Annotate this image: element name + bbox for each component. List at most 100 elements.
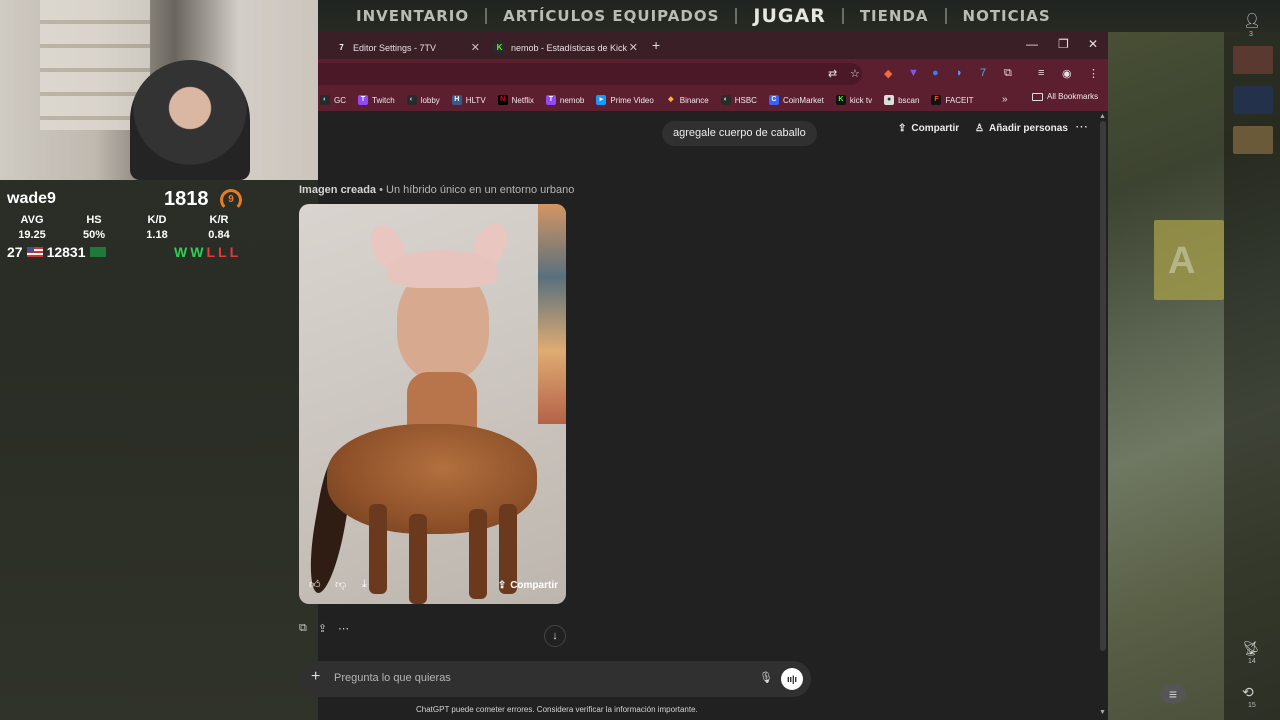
bookmark-item[interactable]: ◐ GC <box>320 95 346 105</box>
thumbs-up-icon[interactable]: 👍︎ <box>309 578 321 591</box>
tab-title: nemob - Estadísticas de Kick <box>511 42 628 53</box>
bookmark-item[interactable]: C CoinMarket <box>768 95 824 105</box>
history-icon[interactable]: ⟲ <box>1242 684 1254 701</box>
voice-mode-icon[interactable]: ıı|ı <box>781 668 803 690</box>
browser-menu-icon[interactable]: ⋮ <box>1088 67 1099 80</box>
bookmark-item[interactable]: Tnemob <box>545 95 584 105</box>
bookmark-item[interactable]: Kkick tv <box>835 95 872 105</box>
extension-icon[interactable]: ▼ <box>908 67 919 79</box>
close-tab-icon[interactable]: ✕ <box>629 41 638 54</box>
elo-value: 1818 <box>164 188 209 210</box>
player-name: wade9 <box>7 190 56 207</box>
share-icon[interactable]: ⇪ <box>318 622 327 635</box>
faceit-icon: F <box>931 95 942 105</box>
copy-icon[interactable]: ⧉ <box>299 622 307 635</box>
new-tab-icon[interactable]: + <box>652 37 660 53</box>
signal-value: 14 <box>1248 658 1256 665</box>
wall-art <box>538 204 566 424</box>
nav-equipped[interactable]: ARTÍCULOS EQUIPADOS <box>487 7 735 25</box>
plus-icon[interactable]: + <box>311 668 320 686</box>
level-badge-icon: 9 <box>220 189 242 211</box>
extension-icon[interactable]: ◆ <box>884 67 892 80</box>
prompt-input[interactable]: Pregunta lo que quieras <box>334 672 451 684</box>
match-row: 27 12831 <box>7 244 106 260</box>
netflix-icon: N <box>497 95 508 105</box>
hltv-icon: H <box>451 95 462 105</box>
binance-icon: ◆ <box>668 96 674 103</box>
extension-icon[interactable]: ◗ <box>956 67 963 79</box>
headband <box>387 250 497 288</box>
nav-store[interactable]: TIENDA <box>844 7 945 25</box>
profile-avatar-icon[interactable]: ◉ <box>1062 67 1072 80</box>
coinmarket-icon: C <box>768 95 779 105</box>
kick-icon: K <box>835 95 846 105</box>
close-tab-icon[interactable]: ✕ <box>471 41 480 54</box>
add-people-button[interactable]: ♙ Añadir personas <box>975 123 1068 134</box>
person-add-icon: ♙ <box>975 123 984 134</box>
image-share-button[interactable]: ⇪ Compartir <box>498 580 558 591</box>
reading-list-icon[interactable]: ≡ <box>1038 67 1044 79</box>
stat-header-kd: K/D <box>147 214 167 226</box>
scroll-down-icon[interactable]: ↓ <box>544 625 566 647</box>
history-value: 15 <box>1248 702 1256 709</box>
friend-avatar[interactable] <box>1233 86 1273 114</box>
result-loss: L <box>218 244 227 260</box>
folder-icon <box>1032 92 1043 101</box>
download-icon[interactable]: ⤓ <box>362 578 367 591</box>
all-bookmarks-button[interactable]: All Bookmarks <box>1032 92 1098 101</box>
friend-avatar[interactable] <box>1233 126 1273 154</box>
friends-icon[interactable]: 👤︎ <box>1243 12 1261 29</box>
microphone-icon[interactable]: 🎙︎ <box>759 671 773 684</box>
nav-play[interactable]: JUGAR <box>737 5 841 27</box>
bookmark-item[interactable]: T Twitch <box>358 95 395 105</box>
bookmark-item[interactable]: ◆ Binance <box>666 95 709 105</box>
share-button[interactable]: ⇪ Compartir <box>898 123 959 134</box>
scroll-up-arrow-icon[interactable]: ▲ <box>1099 113 1106 120</box>
result-win: W <box>190 244 204 260</box>
stat-value-kr: 0.84 <box>208 229 230 241</box>
bookmark-item[interactable]: ▸ Prime Video <box>596 95 654 105</box>
user-message: agregale cuerpo de caballo <box>662 121 817 146</box>
close-window-icon[interactable]: ✕ <box>1088 37 1098 51</box>
translate-icon[interactable]: ⇄ <box>828 67 837 80</box>
bookmark-item[interactable]: ◐ lobby <box>406 95 440 105</box>
bookmark-item[interactable]: N Netflix <box>497 95 534 105</box>
bookmarks-bar: ◐ GC T Twitch ◐ lobby H HLTV N Netflix Tnemob… <box>318 89 1108 111</box>
extension-icon[interactable]: 7 <box>980 67 986 79</box>
stat-header-avg: AVG <box>20 214 44 226</box>
prime-video-icon: ▸ <box>596 95 607 105</box>
bookmark-item[interactable]: H HLTV <box>451 95 486 105</box>
bombsite-sign: A <box>1154 220 1224 300</box>
disclaimer: ChatGPT puede cometer errores. Considera… <box>416 705 698 714</box>
friend-avatar[interactable] <box>1233 46 1273 74</box>
restore-icon[interactable]: ❐ <box>1058 37 1069 51</box>
nav-news[interactable]: NOTICIAS <box>947 7 1067 25</box>
more-bookmarks-icon[interactable]: » <box>1002 94 1008 105</box>
tab-7tv[interactable]: 7 Editor Settings - 7TV ✕ <box>336 36 480 59</box>
browser-window: 7 Editor Settings - 7TV ✕ K nemob - Esta… <box>299 32 1108 720</box>
thumbs-down-icon[interactable]: 👎︎ <box>335 578 346 591</box>
message-actions: ⧉ ⇪ ⋯ <box>299 622 349 635</box>
more-options-icon[interactable]: ⋯ <box>1075 119 1088 135</box>
result-loss: L <box>229 244 239 260</box>
tab-kick[interactable]: K nemob - Estadísticas de Kick ✕ <box>494 36 638 59</box>
bookmark-item[interactable]: ● bscan <box>884 95 919 105</box>
signal-icon[interactable]: 📡︎ <box>1242 640 1260 657</box>
7tv-icon: 7 <box>339 43 344 52</box>
scrollbar[interactable] <box>1100 121 1106 651</box>
extension-icon[interactable]: ● <box>932 67 939 79</box>
menu-icon[interactable]: ≡ <box>1160 684 1186 704</box>
more-icon[interactable]: ⋯ <box>338 622 349 635</box>
extensions-puzzle-icon[interactable]: ⧉ <box>1004 67 1012 80</box>
scroll-down-arrow-icon[interactable]: ▼ <box>1099 709 1106 716</box>
minimize-icon[interactable]: — <box>1026 37 1038 51</box>
share-icon: ⇪ <box>898 123 907 134</box>
bookmark-star-icon[interactable]: ☆ <box>850 67 860 80</box>
stat-value-kd: 1.18 <box>146 229 168 241</box>
nav-inventory[interactable]: INVENTARIO <box>340 7 485 25</box>
bookmark-favicon-icon: ◐ <box>320 95 330 105</box>
omnibox[interactable] <box>318 63 862 85</box>
bookmark-item[interactable]: F FACEIT <box>931 95 973 105</box>
bookmark-item[interactable]: ◐ HSBC <box>720 95 757 105</box>
generated-image[interactable]: 👍︎ 👎︎ ⤓ ⇪ Compartir <box>299 204 566 604</box>
